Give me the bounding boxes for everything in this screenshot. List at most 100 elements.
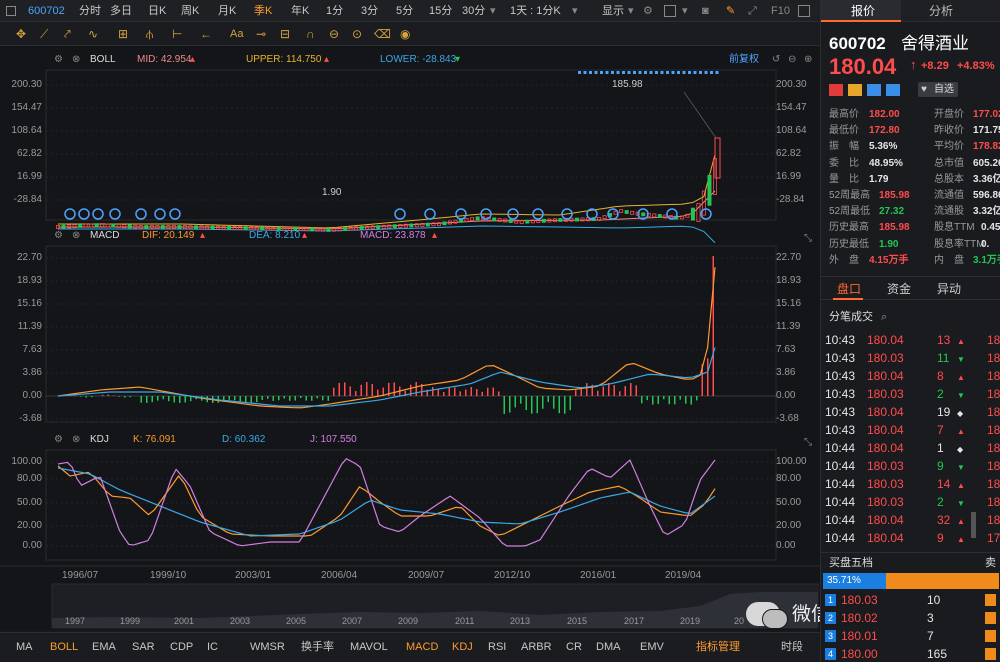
period-tab[interactable]: 周K bbox=[181, 4, 199, 18]
period-tab[interactable]: 月K bbox=[218, 4, 236, 18]
indicator-tab[interactable]: EMA bbox=[92, 640, 116, 654]
window-icon[interactable] bbox=[798, 5, 810, 17]
period-tab[interactable]: 5分 bbox=[396, 4, 413, 18]
indicator-tab[interactable]: MA bbox=[16, 640, 33, 654]
camera-icon[interactable]: ◙ bbox=[702, 4, 709, 18]
close-icon[interactable]: ⊗ bbox=[72, 53, 80, 67]
period-tab[interactable]: 多日 bbox=[110, 4, 132, 18]
fib-icon[interactable]: ⊢ bbox=[172, 27, 182, 41]
settings-icon[interactable]: ⚙ bbox=[54, 53, 63, 67]
display-menu[interactable]: 显示 bbox=[602, 4, 624, 18]
period-tab[interactable]: 日K bbox=[148, 4, 166, 18]
macd-bar bbox=[151, 396, 153, 403]
tick-time: 10:43 bbox=[825, 423, 856, 437]
menu-icon[interactable] bbox=[6, 6, 16, 16]
indicator-tab[interactable]: CDP bbox=[170, 640, 193, 654]
stat-value: 3.32亿 bbox=[973, 206, 1000, 218]
macd-dea-line bbox=[57, 347, 716, 407]
indicator-tab[interactable]: KDJ bbox=[452, 640, 473, 654]
custom-period[interactable]: 1天 : 1分K bbox=[510, 4, 561, 18]
period-tab[interactable]: 15分 bbox=[429, 4, 452, 18]
period-tab-active[interactable]: 季K bbox=[254, 4, 272, 18]
undo-icon[interactable]: ↺ bbox=[772, 53, 780, 67]
text-tool[interactable]: Aa bbox=[230, 27, 243, 41]
indicator-tab[interactable]: 指标管理 bbox=[696, 640, 740, 654]
line-icon[interactable]: ⟋ bbox=[40, 27, 48, 41]
indicator-tab[interactable]: MAVOL bbox=[350, 640, 388, 654]
indicator-tab[interactable]: RSI bbox=[488, 640, 506, 654]
lock-icon[interactable]: ⊙ bbox=[352, 27, 362, 41]
expand-icon[interactable]: ⤡ bbox=[804, 232, 812, 246]
pen-icon[interactable]: ✎ bbox=[726, 4, 735, 18]
indicator-tab[interactable]: CR bbox=[566, 640, 582, 654]
period-tab[interactable]: 3分 bbox=[361, 4, 378, 18]
f10-button[interactable]: F10 bbox=[771, 4, 790, 18]
indicator-tab[interactable]: EMV bbox=[640, 640, 664, 654]
expand-icon[interactable]: ⤡ bbox=[804, 436, 812, 450]
stock-code[interactable]: 600702 bbox=[28, 4, 65, 18]
search-icon[interactable]: ⌕ bbox=[881, 310, 887, 324]
chart-area[interactable]: ⚙ ⊗ BOLL MID: 42.954 ▴ UPPER: 114.750 ▴ … bbox=[0, 46, 926, 630]
fork-icon[interactable]: ⫛ bbox=[146, 27, 153, 41]
circle-icon[interactable]: ⊖ bbox=[329, 27, 339, 41]
zoom-in-icon[interactable]: ⊕ bbox=[804, 53, 812, 67]
event-marker bbox=[455, 208, 467, 220]
y-axis-label: 7.63 bbox=[776, 344, 796, 355]
delete-icon[interactable]: ⌫ bbox=[374, 27, 391, 41]
zoom-out-icon[interactable]: ⊖ bbox=[788, 53, 796, 67]
subtab-alerts[interactable]: 异动 bbox=[937, 282, 961, 296]
peak-price-label: 185.98 bbox=[612, 79, 643, 90]
boll-mid: MID: 42.954 bbox=[137, 54, 192, 65]
indicator-tab[interactable]: BOLL bbox=[50, 640, 78, 654]
indicator-tab[interactable]: DMA bbox=[596, 640, 620, 654]
ruler-icon[interactable]: ⊟ bbox=[280, 27, 290, 41]
indicator-tab[interactable]: IC bbox=[207, 640, 218, 654]
adjust-toggle[interactable]: 前复权 bbox=[729, 53, 759, 67]
period-tab[interactable]: 30分 bbox=[462, 4, 485, 18]
subtab-orderbook[interactable]: 盘口 bbox=[837, 282, 861, 296]
settings-icon[interactable]: ⚙ bbox=[54, 433, 63, 447]
indicator-tab[interactable]: 时段 bbox=[781, 640, 803, 654]
stat-value: 3.1万手 bbox=[973, 254, 1000, 266]
y-axis-label: -28.84 bbox=[776, 194, 805, 205]
indicator-tab[interactable]: SAR bbox=[132, 640, 155, 654]
stat-value: 27.32 bbox=[879, 206, 905, 218]
chevron-down-icon[interactable]: ▾ bbox=[682, 4, 688, 18]
crosshair-icon[interactable]: ✥ bbox=[16, 27, 26, 41]
macd-bar bbox=[377, 389, 379, 396]
wave-icon[interactable]: ∿ bbox=[88, 27, 98, 41]
ray-icon[interactable]: ⤤ bbox=[64, 27, 71, 41]
period-tab[interactable]: 年K bbox=[291, 4, 309, 18]
indicator-tab[interactable]: MACD bbox=[406, 640, 438, 654]
stat-label: 开盘价 bbox=[934, 109, 964, 120]
indicator-tab[interactable]: WMSR bbox=[250, 640, 285, 654]
expand-icon[interactable]: ⤢ bbox=[748, 4, 757, 18]
indicator-tab[interactable]: 换手率 bbox=[301, 640, 334, 654]
arrow-icon[interactable]: ← bbox=[200, 27, 212, 41]
macd-bar bbox=[443, 391, 445, 396]
tick-time: 10:43 bbox=[825, 351, 856, 365]
eye-icon[interactable]: ◉ bbox=[400, 27, 410, 41]
subtab-funds[interactable]: 资金 bbox=[887, 282, 911, 296]
indicator-tab[interactable]: ARBR bbox=[521, 640, 552, 654]
chart-canvas[interactable] bbox=[0, 46, 820, 630]
checkbox-icon[interactable] bbox=[664, 5, 676, 17]
channel-icon[interactable]: ⊞ bbox=[118, 27, 128, 41]
close-icon[interactable]: ⊗ bbox=[72, 433, 80, 447]
chevron-down-icon[interactable]: ▾ bbox=[628, 4, 634, 18]
period-tab[interactable]: 分时 bbox=[79, 4, 101, 18]
bid-price: 180.01 bbox=[841, 629, 878, 643]
settings-icon[interactable]: ⚙ bbox=[54, 229, 63, 243]
gear-icon[interactable]: ⚙ bbox=[643, 4, 653, 18]
chevron-down-icon[interactable]: ▾ bbox=[572, 4, 578, 18]
event-marker bbox=[532, 208, 544, 220]
macd-bar bbox=[630, 383, 632, 396]
stat-label: 52周最高 bbox=[829, 190, 871, 201]
scrollbar-thumb[interactable] bbox=[971, 512, 976, 538]
chevron-down-icon[interactable]: ▾ bbox=[490, 4, 496, 18]
tab-analysis[interactable]: 分析 bbox=[929, 4, 953, 18]
measure-icon[interactable]: ⊸ bbox=[256, 27, 266, 41]
close-icon[interactable]: ⊗ bbox=[72, 229, 80, 243]
period-tab[interactable]: 1分 bbox=[326, 4, 343, 18]
magnet-icon[interactable]: ∩ bbox=[306, 27, 315, 41]
